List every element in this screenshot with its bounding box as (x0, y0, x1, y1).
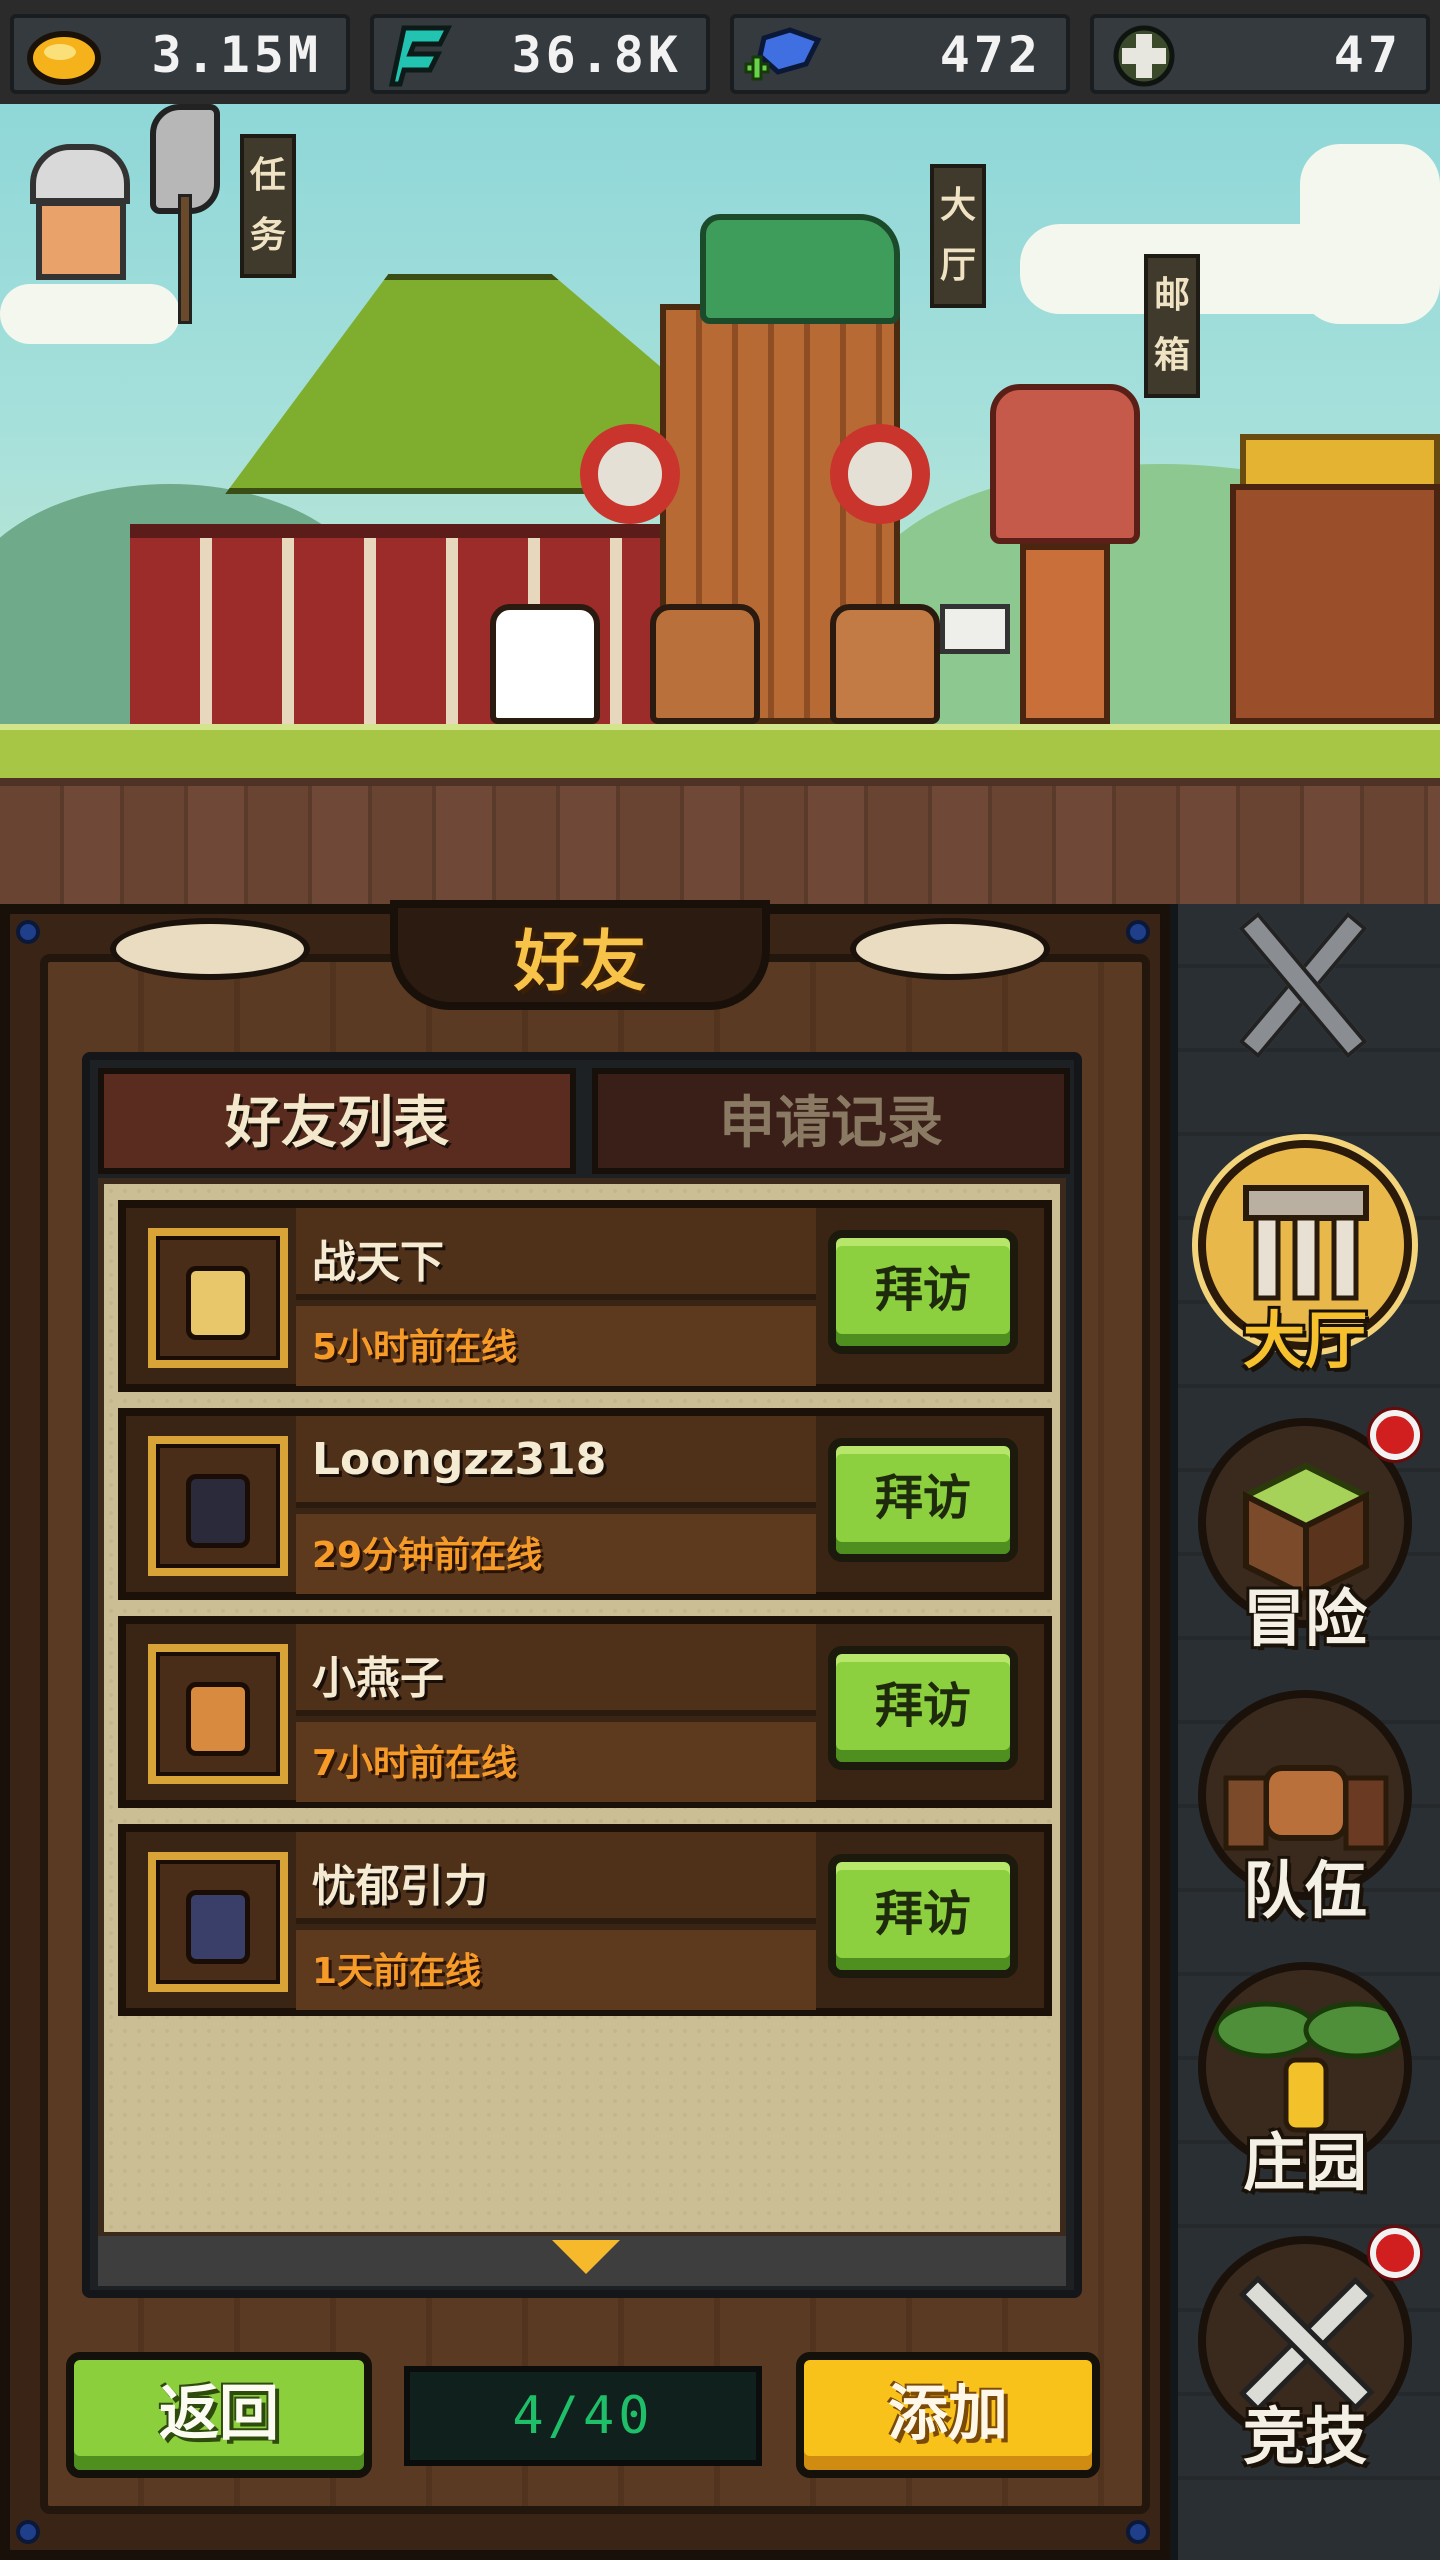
back-button[interactable]: 返回 (66, 2352, 372, 2478)
shield-icon (830, 424, 930, 524)
hamster-character[interactable] (650, 604, 760, 724)
panel-rivet (16, 2520, 40, 2544)
panel-rivet (16, 920, 40, 944)
hamster-courier-character[interactable] (830, 604, 940, 724)
blue-gem-plus-icon (744, 24, 824, 88)
panel-rivet (1126, 2520, 1150, 2544)
energy-crystal-icon (384, 24, 464, 88)
visit-button[interactable]: 拜访 (828, 1646, 1018, 1770)
mailbox-sign-label: 邮箱 (1154, 275, 1191, 376)
crossed-swords-ornament-icon (1200, 910, 1420, 1060)
resource-bar: 3.15M 36.8K 472 47 (0, 0, 1440, 104)
nav-adventure[interactable]: 冒险 (1190, 1410, 1420, 1668)
hall-sign[interactable]: 大厅 (930, 164, 986, 308)
friend-name: 忧郁引力 (312, 1861, 488, 1912)
add-friend-button[interactable]: 添加 (796, 2352, 1100, 2478)
nav-arena-label: 竞技 (1242, 2400, 1367, 2473)
crocodile-head-ornament (700, 214, 900, 324)
tab-friends-list[interactable]: 好友列表 (98, 1068, 576, 1174)
panel-title: 好友 (514, 923, 646, 1000)
gold-value: 3.15M (151, 26, 322, 84)
nav-arena[interactable]: 竞技 (1190, 2228, 1420, 2486)
gem-counter[interactable]: 472 (730, 14, 1070, 94)
friend-last-online: 1天前在线 (312, 1951, 482, 1992)
friend-avatar[interactable] (148, 1436, 288, 1576)
friend-last-online: 7小时前在线 (312, 1743, 518, 1784)
friend-last-online: 29分钟前在线 (312, 1535, 543, 1576)
gem-value: 472 (939, 26, 1042, 84)
nav-manor-label: 庄园 (1242, 2126, 1367, 2199)
notification-badge (1370, 1410, 1420, 1460)
friend-avatar[interactable] (148, 1852, 288, 1992)
hall-sign-label: 大厅 (940, 185, 977, 286)
energy-counter[interactable]: 36.8K (370, 14, 710, 94)
grass-strip (0, 724, 1440, 778)
friend-last-online: 5小时前在线 (312, 1327, 518, 1368)
shield-icon (580, 424, 680, 524)
scroll-down-arrow-icon[interactable] (552, 2240, 620, 2274)
mailbox-sign[interactable]: 邮箱 (1144, 254, 1200, 398)
wizard-character[interactable] (490, 604, 600, 724)
friend-row: 战天下 5小时前在线 拜访 (118, 1200, 1052, 1392)
village-scene: 任务 大厅 邮箱 (0, 104, 1440, 904)
nav-adventure-label: 冒险 (1242, 1582, 1367, 1655)
gold-counter[interactable]: 3.15M (10, 14, 350, 94)
quest-sign-label: 任务 (250, 155, 287, 256)
friend-name: Loongzz318 (312, 1434, 607, 1485)
cross-token-icon (1104, 24, 1184, 88)
friend-name: 战天下 (312, 1237, 444, 1288)
axe-icon (150, 104, 220, 324)
tab-request-history[interactable]: 申请记录 (592, 1068, 1070, 1174)
energy-value: 36.8K (511, 26, 682, 84)
nav-manor[interactable]: 庄园 (1190, 1962, 1420, 2212)
friend-row: 忧郁引力 1天前在线 拜访 (118, 1824, 1052, 2016)
friend-name: 小燕子 (312, 1653, 444, 1704)
nav-team-label: 队伍 (1242, 1854, 1367, 1927)
horn-ornament (850, 918, 1050, 980)
token-value: 47 (1333, 26, 1402, 84)
friend-avatar[interactable] (148, 1644, 288, 1784)
notification-badge (1370, 2228, 1420, 2278)
quest-sign[interactable]: 任务 (240, 134, 296, 278)
gold-coin-icon (24, 24, 104, 88)
mailbox-statue[interactable] (970, 384, 1160, 724)
hut-building[interactable] (1230, 484, 1440, 724)
panel-rivet (1126, 920, 1150, 944)
token-counter[interactable]: 47 (1090, 14, 1430, 94)
friend-row: Loongzz318 29分钟前在线 拜访 (118, 1408, 1052, 1600)
cloud (1300, 144, 1440, 324)
visit-button[interactable]: 拜访 (828, 1854, 1018, 1978)
envelope-icon (940, 604, 1010, 654)
nav-hall[interactable]: 大厅 (1190, 1140, 1420, 1390)
friend-avatar[interactable] (148, 1228, 288, 1368)
friend-count: 4/40 (404, 2366, 762, 2466)
horn-ornament (110, 918, 310, 980)
viking-avatar[interactable] (10, 144, 150, 304)
dirt-ground (0, 778, 1440, 904)
visit-button[interactable]: 拜访 (828, 1438, 1018, 1562)
visit-button[interactable]: 拜访 (828, 1230, 1018, 1354)
hall-building[interactable] (130, 524, 730, 724)
friend-row: 小燕子 7小时前在线 拜访 (118, 1616, 1052, 1808)
nav-team[interactable]: 队伍 (1190, 1690, 1420, 1940)
nav-hall-label: 大厅 (1242, 1304, 1367, 1377)
